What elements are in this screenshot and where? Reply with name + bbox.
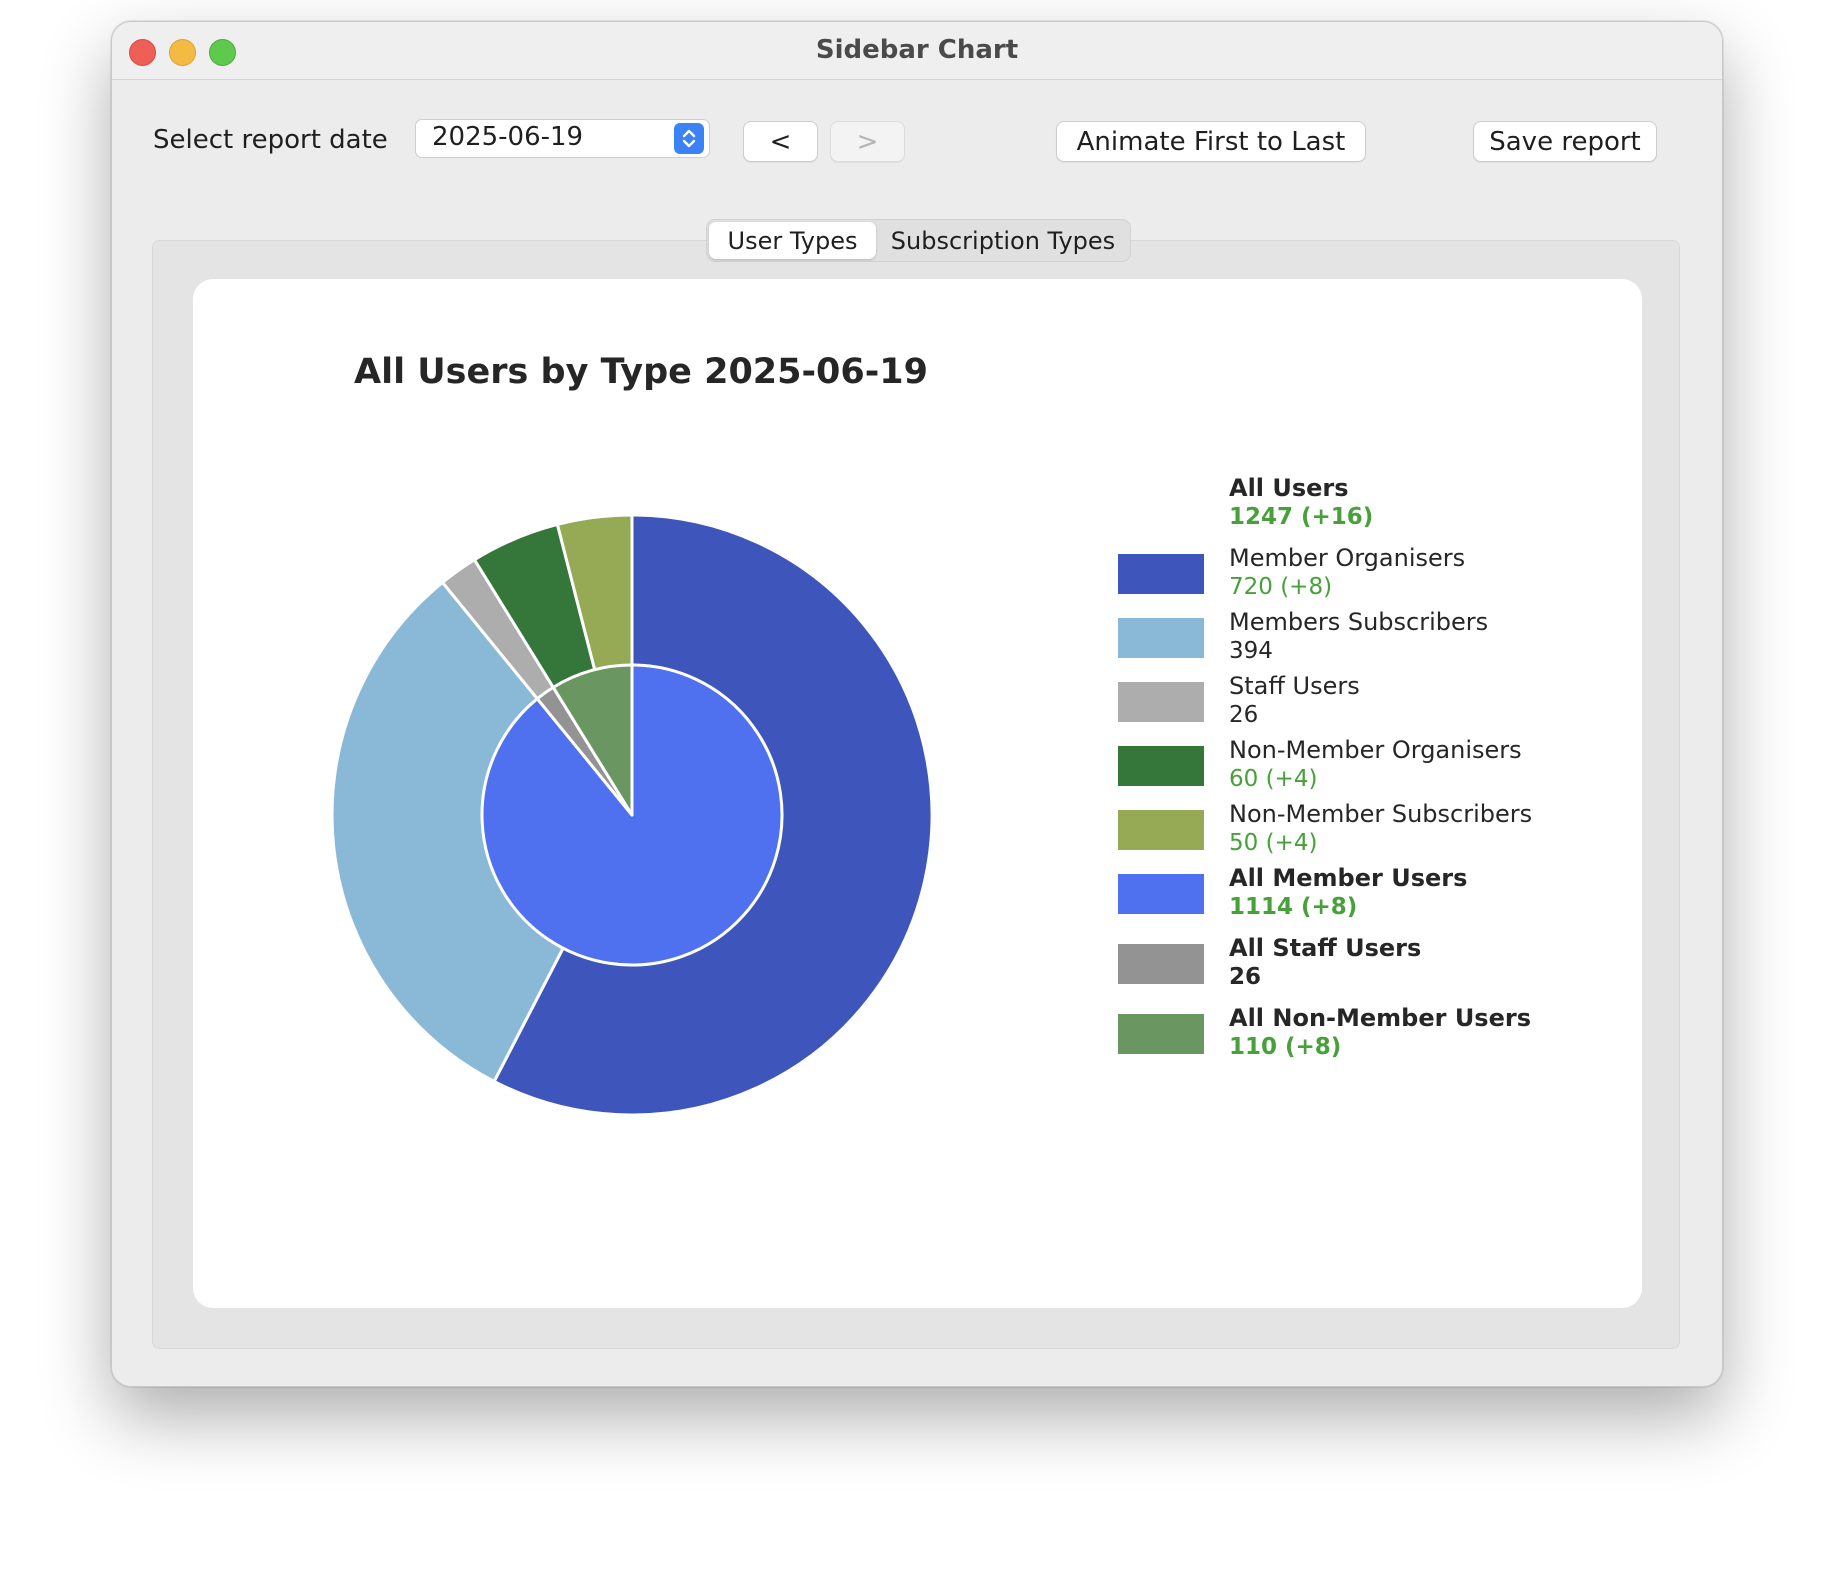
tab-subscription-types[interactable]: Subscription Types <box>878 222 1128 259</box>
legend-label: All Member Users <box>1229 864 1468 892</box>
legend-label: Non-Member Organisers <box>1229 736 1522 764</box>
legend-label: All Users <box>1229 474 1349 502</box>
chart-panel: All Users by Type 2025-06-19 All Users 1… <box>193 279 1642 1308</box>
legend-value: 720 (+8) <box>1229 574 1333 600</box>
report-date-label: Select report date <box>153 125 388 155</box>
tab-user-types[interactable]: User Types <box>709 222 876 259</box>
app-window: Sidebar Chart Select report date 2025-06… <box>111 21 1723 1387</box>
legend-swatch <box>1118 618 1204 658</box>
window-title: Sidebar Chart <box>815 35 1019 65</box>
legend-swatch <box>1118 944 1204 984</box>
legend-swatch <box>1118 554 1204 594</box>
legend-value: 394 <box>1229 638 1273 664</box>
legend-swatch <box>1118 874 1204 914</box>
legend-swatch <box>1118 682 1204 722</box>
legend-value: 26 <box>1229 702 1259 728</box>
legend-value: 50 (+4) <box>1229 830 1318 856</box>
chart-type-tabs: User Types Subscription Types <box>706 219 1131 262</box>
report-date-value: 2025-06-19 <box>432 122 584 152</box>
next-date-button[interactable]: > <box>830 121 905 162</box>
legend-label: All Non-Member Users <box>1229 1004 1531 1032</box>
legend-value: 60 (+4) <box>1229 766 1318 792</box>
chevron-up-down-icon <box>682 129 696 148</box>
legend-value: 110 (+8) <box>1229 1034 1342 1060</box>
legend-label: All Staff Users <box>1229 934 1422 962</box>
legend-swatch <box>1118 1014 1204 1054</box>
save-report-button[interactable]: Save report <box>1473 121 1657 162</box>
legend-label: Staff Users <box>1229 672 1360 700</box>
legend-swatch <box>1118 810 1204 850</box>
legend-value: 26 <box>1229 964 1262 990</box>
legend-value: 1247 (+16) <box>1229 504 1374 530</box>
date-stepper[interactable] <box>674 123 704 154</box>
previous-date-button[interactable]: < <box>743 121 818 162</box>
chart-legend: All Users 1247 (+16) Member Organisers 72… <box>193 279 1642 1308</box>
animate-first-to-last-button[interactable]: Animate First to Last <box>1056 121 1366 162</box>
legend-label: Member Organisers <box>1229 544 1466 572</box>
legend-swatch <box>1118 746 1204 786</box>
legend-label: Non-Member Subscribers <box>1229 800 1533 828</box>
report-date-picker[interactable]: 2025-06-19 <box>415 119 710 158</box>
title-bar: Sidebar Chart <box>112 22 1722 80</box>
legend-value: 1114 (+8) <box>1229 894 1358 920</box>
legend-label: Members Subscribers <box>1229 608 1489 636</box>
